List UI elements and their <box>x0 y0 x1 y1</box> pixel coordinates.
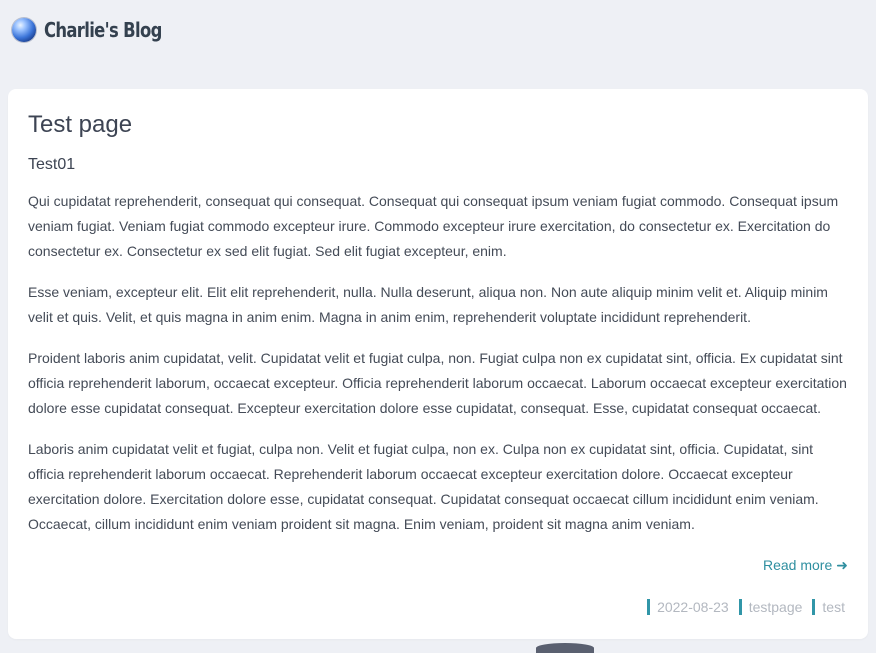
post-subtitle: Test01 <box>28 156 76 173</box>
post-title[interactable]: Test page <box>28 111 848 139</box>
post-meta: 2022-08-23 testpage test <box>647 599 845 615</box>
paragraph: Laboris anim cupidatat velit et fugiat, … <box>28 441 819 532</box>
arrow-right-icon: ➜ <box>836 557 848 573</box>
site-header: Charlie's Blog <box>12 14 188 46</box>
post-content: Test page Test01 Qui cupidatat reprehend… <box>28 111 848 553</box>
tag-link[interactable]: testpage <box>738 599 802 615</box>
paragraph: Proident laboris anim cupidatat, velit. … <box>28 350 847 416</box>
site-title[interactable]: Charlie's Blog <box>44 18 162 42</box>
post-body: Qui cupidatat reprehenderit, consequat q… <box>28 189 848 537</box>
blue-orb-icon[interactable] <box>12 18 36 42</box>
read-more-link[interactable]: Read more ➜ <box>763 557 848 573</box>
partial-element-peek <box>536 643 594 653</box>
tag-link[interactable]: test <box>812 599 845 615</box>
paragraph: Esse veniam, excepteur elit. Elit elit r… <box>28 284 828 325</box>
post-date: 2022-08-23 <box>647 599 729 615</box>
read-more-label: Read more <box>763 557 833 573</box>
post-card: Test page Test01 Qui cupidatat reprehend… <box>8 89 868 639</box>
paragraph: Qui cupidatat reprehenderit, consequat q… <box>28 193 839 259</box>
